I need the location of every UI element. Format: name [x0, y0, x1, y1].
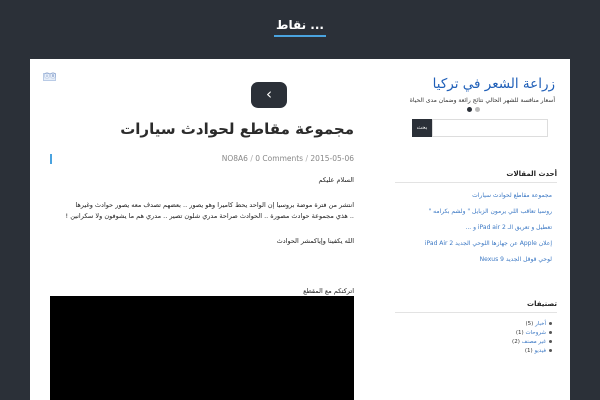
- category-link[interactable]: أخبار: [535, 321, 546, 327]
- recent-posts-title: أحدث المقالات: [506, 170, 557, 178]
- category-item: غير مصنف (2): [395, 338, 552, 347]
- recent-post-link[interactable]: روسيا تعاقب اللي يرمون الزبايل " ولشم بك…: [395, 208, 552, 215]
- video-player[interactable]: [50, 296, 354, 400]
- widget-divider: [395, 182, 557, 183]
- category-count: (5): [525, 321, 534, 327]
- post-author[interactable]: NO8A6: [222, 154, 248, 163]
- post-comments[interactable]: 0 Comments: [255, 154, 303, 163]
- categories-title: تصنيفات: [527, 300, 557, 308]
- meta-accent-bar: [50, 154, 52, 164]
- ad-choices-icon[interactable]: ⓘⓧ: [43, 73, 56, 81]
- meta-line: NO8A6 / 0 Comments / 2015-05-06: [222, 154, 354, 163]
- category-item: أخبار (5): [395, 320, 552, 329]
- post-paragraph: انتشر من فترة موضة بروسيا إن الواحد يحط …: [75, 201, 354, 209]
- category-count: (2): [512, 339, 520, 345]
- next-post-button[interactable]: ‹: [251, 82, 287, 108]
- search-input[interactable]: [432, 119, 548, 137]
- post-meta: NO8A6 / 0 Comments / 2015-05-06: [50, 154, 354, 164]
- category-link[interactable]: فيديو: [534, 348, 546, 354]
- bullet-icon: [549, 349, 552, 352]
- recent-post-link[interactable]: إعلان Apple عن جهازها اللوحي الجديد iPad…: [395, 240, 552, 247]
- post-paragraph: السلام عليكم: [318, 176, 354, 184]
- recent-post-link[interactable]: لوحي قوقل الجديد Nexus 9: [395, 256, 552, 263]
- bullet-icon: [549, 340, 552, 343]
- site-title[interactable]: نقاط ...: [0, 18, 600, 37]
- category-item: شروحات (1): [395, 329, 552, 338]
- carousel-dot[interactable]: [475, 107, 480, 112]
- meta-separator: /: [305, 154, 309, 163]
- meta-separator: /: [250, 154, 253, 163]
- recent-post-link[interactable]: مجموعة مقاطع لحوادث سيارات: [395, 192, 552, 199]
- post-paragraph: .. هذي مجموعة حوادث مصورة .. الحوادث صرا…: [65, 212, 354, 220]
- category-link[interactable]: غير مصنف: [522, 339, 546, 345]
- category-count: (1): [524, 348, 533, 354]
- sidebar-ad-title[interactable]: زراعة الشعر في تركيا: [368, 76, 555, 92]
- post-paragraph: الله يكفينا وإياكمشر الحوادث: [276, 237, 354, 245]
- carousel-dot-active[interactable]: [467, 107, 472, 112]
- sidebar-ad-description: أسعار منافسة للشهر الحالي نتائج رائعة وض…: [409, 97, 555, 104]
- bullet-icon: [549, 331, 552, 334]
- bullet-icon: [549, 322, 552, 325]
- top-header: نقاط ...: [0, 0, 600, 59]
- post-date: 2015-05-06: [310, 154, 354, 163]
- category-item: فيديو (1): [395, 347, 552, 356]
- category-link[interactable]: شروحات: [525, 330, 546, 336]
- search-button[interactable]: بحث: [412, 119, 432, 137]
- category-count: (1): [515, 330, 524, 336]
- recent-post-link[interactable]: تعطيل و تعريق الـ iPad air 2 و ...: [395, 224, 552, 231]
- ad-carousel-dots: [467, 107, 481, 113]
- post-title: مجموعة مقاطع لحوادث سيارات: [120, 120, 354, 138]
- widget-divider: [395, 312, 557, 313]
